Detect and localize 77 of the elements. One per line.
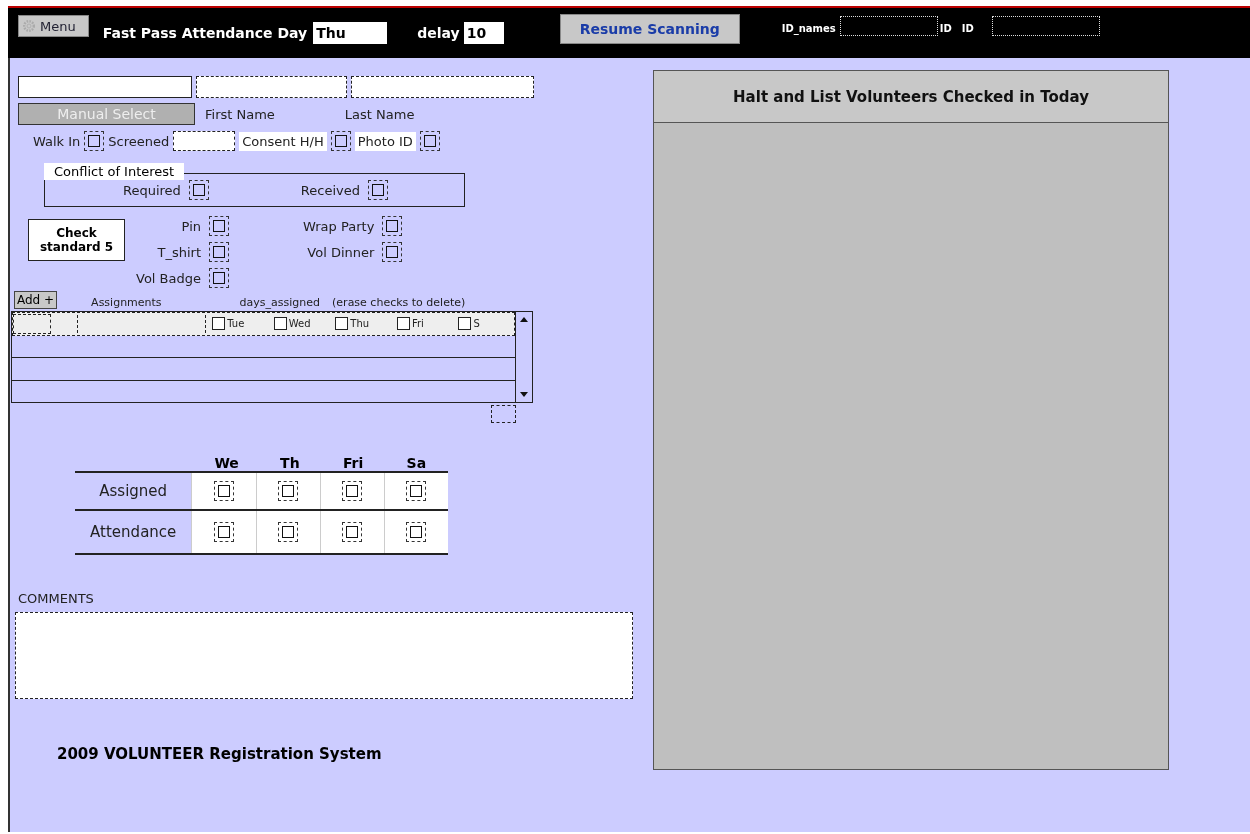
conflict-label: Required [123, 182, 181, 198]
attendance-checkbox[interactable] [346, 485, 359, 497]
row-label: Attendance [89, 522, 178, 543]
footer-text: 2009 VOLUNTEER Registration System [57, 745, 383, 763]
day-checkbox[interactable] [458, 317, 472, 331]
delay-label: delay [417, 25, 460, 41]
id-label: ID [939, 22, 952, 34]
day-header: We [213, 455, 240, 471]
last-name-field[interactable] [351, 76, 534, 98]
days-assigned-label: days_assigned [239, 296, 321, 309]
day-label: Thu [350, 318, 370, 330]
item-checkbox[interactable] [213, 220, 225, 232]
item-checkbox[interactable] [386, 246, 399, 258]
add-button[interactable]: Add + [14, 291, 58, 309]
id-field[interactable] [991, 16, 1100, 36]
day-header: Fri [341, 455, 365, 471]
resume-scanning-button[interactable]: Resume Scanning [559, 14, 740, 44]
attendance-checkbox[interactable] [282, 526, 295, 538]
item-label: Vol Dinner [307, 244, 375, 260]
item-label: Pin [181, 218, 201, 234]
attendance-checkbox[interactable] [346, 526, 359, 538]
delay-field[interactable]: 10 [463, 22, 504, 44]
photo-id-checkbox[interactable] [423, 135, 436, 147]
id-names-field[interactable] [839, 16, 938, 36]
day-label: S [473, 318, 480, 330]
screened-field[interactable] [173, 131, 236, 151]
row-label: Assigned [98, 481, 169, 502]
attendance-checkbox[interactable] [410, 485, 423, 497]
menu-button[interactable]: Menu [18, 15, 89, 37]
item-label: T_shirt [157, 244, 201, 260]
id-names-label: ID_names [781, 22, 836, 34]
day-checkbox[interactable] [335, 317, 349, 331]
assignments-label: Assignments [91, 296, 162, 309]
day-checkbox[interactable] [396, 317, 410, 331]
scroll-up-icon[interactable] [520, 317, 528, 322]
item-checkbox[interactable] [213, 272, 225, 284]
conflict-checkbox[interactable] [372, 184, 384, 196]
consent-checkbox[interactable] [334, 135, 347, 147]
attendance-checkbox[interactable] [218, 526, 230, 538]
hint-text: (erase checks to delete) [332, 296, 466, 309]
item-checkbox[interactable] [386, 220, 399, 232]
day-field[interactable]: Thu [313, 22, 388, 44]
day-checkbox[interactable] [273, 317, 287, 331]
day-checkbox[interactable] [212, 317, 226, 331]
screened-label: Screened [108, 133, 170, 149]
gear-icon [21, 18, 37, 34]
first-name-label: First Name [205, 106, 275, 122]
day-header: Th [279, 455, 301, 471]
last-name-label: Last Name [344, 106, 415, 122]
id-label: ID [961, 22, 974, 34]
item-label: Wrap Party [303, 218, 375, 234]
assignment-field[interactable] [13, 313, 52, 334]
attendance-checkbox[interactable] [410, 526, 423, 538]
day-label: Tue [227, 318, 245, 330]
day-label: Fri [411, 318, 424, 330]
walk-in-checkbox[interactable] [88, 135, 101, 147]
conflict-label: Received [300, 182, 360, 198]
consent-label: Consent H/H [239, 131, 327, 151]
item-checkbox[interactable] [213, 246, 225, 258]
photo-id-label: Photo ID [354, 131, 416, 151]
conflict-of-interest-title: Conflict of Interest [44, 163, 185, 180]
halt-and-list-button[interactable]: Halt and List Volunteers Checked in Today [654, 71, 1168, 123]
day-header: Sa [405, 455, 428, 471]
comments-field[interactable] [15, 612, 633, 699]
toolbar-title: Fast Pass Attendance Day [102, 25, 308, 41]
attendance-checkbox[interactable] [218, 485, 230, 497]
search-field[interactable] [18, 76, 192, 98]
attendance-checkbox[interactable] [282, 485, 295, 497]
walk-in-label: Walk In [33, 133, 81, 149]
small-field[interactable] [491, 405, 516, 423]
comments-label: COMMENTS [18, 591, 95, 606]
first-name-field[interactable] [196, 76, 347, 98]
check-standard-button[interactable]: Check standard 5 [28, 219, 125, 261]
day-label: Wed [288, 318, 311, 330]
item-label: Vol Badge [136, 270, 201, 286]
scroll-down-icon[interactable] [520, 392, 528, 397]
conflict-checkbox[interactable] [192, 184, 205, 196]
